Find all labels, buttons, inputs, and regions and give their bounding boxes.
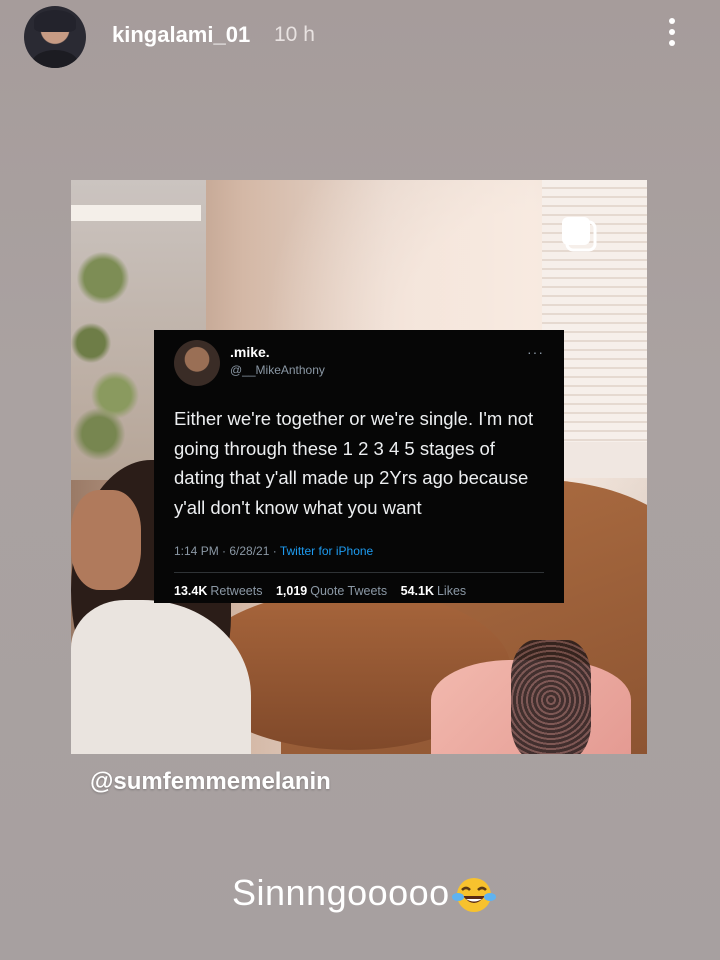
retweets-count: 13.4K xyxy=(174,584,208,598)
multiple-posts-icon xyxy=(562,217,597,252)
vertical-ellipsis-icon[interactable] xyxy=(662,18,682,52)
story-header: kingalami_01 10 h xyxy=(0,0,720,80)
likes-label: Likes xyxy=(436,584,467,598)
plant-decoration xyxy=(71,200,151,460)
photo-lace xyxy=(511,640,591,754)
tweet-meta: 1:14 PM · 6/28/21 · Twitter for iPhone xyxy=(174,544,373,558)
tweet-handle: @__MikeAnthony xyxy=(230,363,325,377)
avatar-hair xyxy=(34,10,76,32)
tweet-text: Either we're together or we're single. I… xyxy=(174,408,534,518)
tweet-source: Twitter for iPhone xyxy=(279,544,374,558)
mention-sticker[interactable]: @sumfemmemelanin xyxy=(90,768,331,796)
likes-count: 54.1K xyxy=(400,584,434,598)
story-username[interactable]: kingalami_01 xyxy=(112,22,250,48)
retweets-label: Retweets xyxy=(210,584,263,598)
tweet-divider xyxy=(174,572,544,573)
story-caption: Sinnngooooo xyxy=(232,872,496,915)
tweet-timestamp: 1:14 PM · 6/28/21 · xyxy=(174,544,280,558)
caption-text: Sinnngooooo xyxy=(232,872,450,913)
story-time: 10 h xyxy=(274,23,315,46)
quote-label: Quote Tweets xyxy=(310,584,388,598)
photo-hand xyxy=(71,490,141,590)
tweet-display-name: .mike. xyxy=(230,344,270,360)
shelf-background xyxy=(557,442,647,478)
avatar-shirt xyxy=(32,50,78,68)
tweet-card[interactable]: .mike. @__MikeAnthony ··· Either we're t… xyxy=(154,330,564,603)
tweet-author-avatar xyxy=(174,340,220,386)
tweet-more-icon: ··· xyxy=(527,344,544,360)
face-with-tears-of-joy-icon xyxy=(451,878,496,913)
profile-avatar[interactable] xyxy=(24,6,86,68)
quote-count: 1,019 xyxy=(275,584,308,598)
tweet-stats: 13.4K Retweets 1,019 Quote Tweets 54.1K Lik… xyxy=(174,584,466,598)
